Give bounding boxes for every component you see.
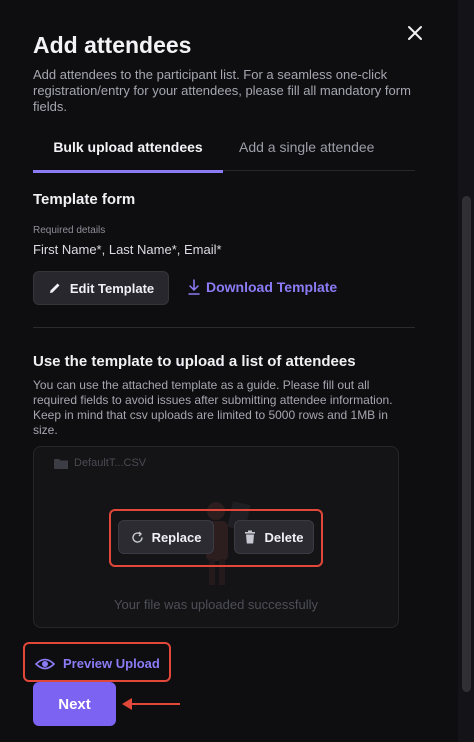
required-fields-text: First Name*, Last Name*, Email* [33,242,222,257]
upload-success-text: Your file was uploaded successfully [113,597,319,612]
pencil-icon [49,283,60,293]
tab-bar: Bulk upload attendees Add a single atten… [33,130,415,173]
download-template-link[interactable]: Download Template [188,279,337,295]
download-icon [188,279,200,295]
close-icon [408,26,422,40]
eye-icon [35,658,55,669]
preview-upload-link[interactable]: Preview Upload [35,656,160,671]
modal-title: Add attendees [33,32,192,58]
refresh-icon [131,531,143,543]
edit-template-label: Edit Template [69,280,155,296]
scrollbar-thumb[interactable] [462,196,471,692]
uploaded-file-name: DefaultT...CSV [74,457,147,469]
edit-template-button[interactable]: Edit Template [33,271,169,305]
replace-label: Replace [151,529,202,545]
upload-section-title: Use the template to upload a list of att… [33,353,356,370]
next-button[interactable]: Next [33,682,116,726]
template-form-title: Template form [33,191,136,208]
delete-button[interactable]: Delete [234,520,314,554]
tab-bulk-upload[interactable]: Bulk upload attendees [33,139,223,173]
folder-icon [54,458,68,469]
section-divider [33,327,415,328]
close-button[interactable] [404,22,426,44]
delete-label: Delete [264,529,304,545]
preview-upload-label: Preview Upload [63,656,160,671]
modal-intro: Add attendees to the participant list. F… [33,67,411,114]
tab-single-attendee[interactable]: Add a single attendee [239,139,374,155]
replace-button[interactable]: Replace [118,520,214,554]
uploaded-file-chip: DefaultT...CSV [54,457,146,469]
arrow-left-icon [122,698,180,710]
required-details-label: Required details [33,225,106,236]
download-template-label: Download Template [206,279,338,295]
trash-icon [245,530,256,544]
upload-description: You can use the attached template as a g… [33,378,393,437]
